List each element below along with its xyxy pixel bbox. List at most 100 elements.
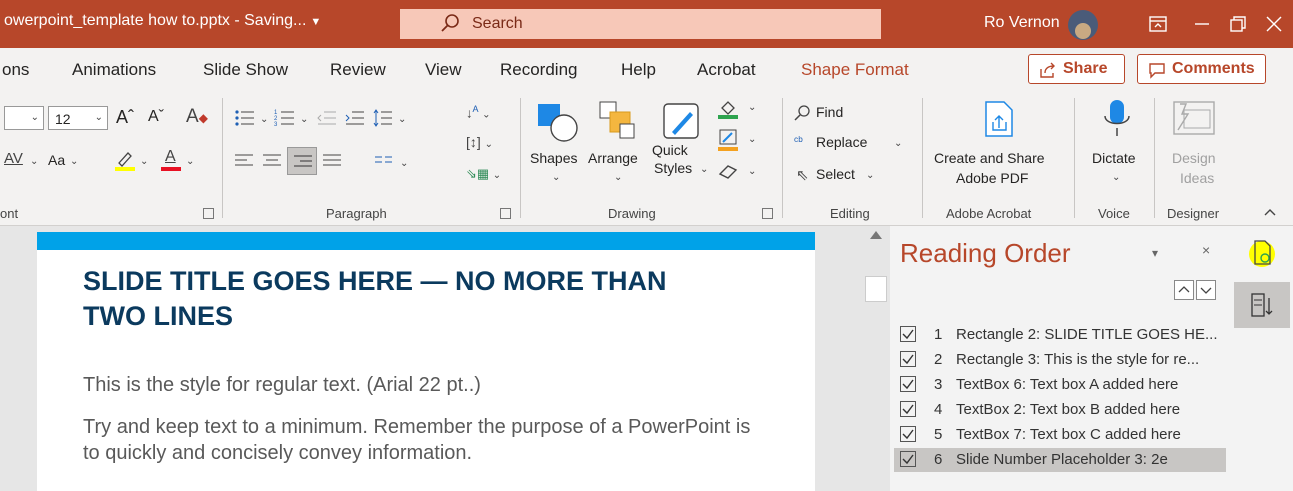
scroll-up-icon[interactable] xyxy=(870,231,882,239)
avatar[interactable] xyxy=(1068,10,1098,40)
tab-acrobat[interactable]: Acrobat xyxy=(697,60,756,80)
tab-animations[interactable]: Animations xyxy=(72,60,156,80)
checkbox[interactable] xyxy=(900,326,916,342)
design-line1: Design xyxy=(1172,150,1216,166)
reading-order-item[interactable]: 6 Slide Number Placeholder 3: 2e xyxy=(894,448,1226,472)
voice-group-label: Voice xyxy=(1098,206,1130,221)
align-center-icon[interactable] xyxy=(262,152,282,170)
arrange-button[interactable]: Arrange ⌄ xyxy=(588,96,648,196)
move-up-button[interactable] xyxy=(1174,280,1194,300)
convert-to-smartart-icon[interactable]: ⇘▦ ⌄ xyxy=(466,166,501,182)
search-box[interactable]: Search xyxy=(400,9,881,39)
share-button[interactable]: Share xyxy=(1028,54,1125,84)
chevron-down-icon: ⌄ xyxy=(748,102,757,113)
vertical-scrollbar[interactable] xyxy=(862,226,890,491)
columns-icon[interactable] xyxy=(374,152,394,170)
line-spacing-icon[interactable] xyxy=(372,108,394,128)
tab-slide-show[interactable]: Slide Show xyxy=(203,60,288,80)
checkbox[interactable] xyxy=(900,401,916,417)
sort-pane-button[interactable] xyxy=(1234,282,1290,328)
close-icon[interactable] xyxy=(1262,12,1286,36)
font-color-button[interactable]: A xyxy=(160,148,182,172)
increase-font-size-icon[interactable]: Aˆ xyxy=(116,107,134,128)
replace-button[interactable]: ᶜᵇ Replace ⌄ xyxy=(794,134,904,154)
collapse-ribbon-icon[interactable] xyxy=(1262,206,1278,218)
tab-shape-format[interactable]: Shape Format xyxy=(801,60,909,80)
pane-options-icon[interactable]: ▾ xyxy=(1152,246,1158,260)
numbering-icon[interactable]: 1 2 3 xyxy=(274,108,296,128)
character-spacing-icon[interactable]: AV xyxy=(4,150,23,167)
change-case-button[interactable]: Aa xyxy=(48,152,65,168)
chevron-down-icon: ⌄ xyxy=(30,156,39,167)
tab-recording[interactable]: Recording xyxy=(500,60,578,80)
shape-effects-button[interactable]: ⌄ xyxy=(716,160,766,184)
decrease-indent-icon[interactable] xyxy=(316,108,338,128)
reading-order-icon xyxy=(1249,240,1275,267)
tab-help[interactable]: Help xyxy=(621,60,656,80)
document-title[interactable]: owerpoint_template how to.pptx - Saving.… xyxy=(4,12,321,30)
chevron-down-icon: ⌄ xyxy=(70,156,79,167)
bullets-icon[interactable] xyxy=(234,108,256,128)
align-right-button[interactable] xyxy=(287,147,317,175)
tab-review[interactable]: Review xyxy=(330,60,386,80)
create-share-pdf-button[interactable]: Create and Share Adobe PDF xyxy=(930,96,1068,196)
slide-canvas[interactable]: SLIDE TITLE GOES HERE — NO MORE THAN TWO… xyxy=(37,232,815,491)
font-size-dropdown[interactable]: 12 ⌄ xyxy=(48,106,108,130)
reading-order-item[interactable]: 5 TextBox 7: Text box C added here xyxy=(894,423,1226,447)
dialog-launcher-icon[interactable] xyxy=(500,208,511,219)
font-size-value: 12 xyxy=(55,111,71,127)
dialog-launcher-icon[interactable] xyxy=(762,208,773,219)
scroll-thumb[interactable] xyxy=(865,276,887,302)
close-icon[interactable]: × xyxy=(1202,242,1210,258)
ribbon-display-options-icon[interactable] xyxy=(1146,12,1170,36)
dictate-button[interactable]: Dictate ⌄ xyxy=(1082,96,1152,196)
chevron-down-icon: ⌄ xyxy=(748,134,757,145)
reading-order-number: 6 xyxy=(934,451,943,468)
increase-indent-icon[interactable] xyxy=(344,108,366,128)
checkbox[interactable] xyxy=(900,451,916,467)
quick-styles-button[interactable]: Quick Styles ⌄ xyxy=(650,96,710,196)
find-button[interactable]: Find xyxy=(794,104,874,124)
checkbox[interactable] xyxy=(900,351,916,367)
arrange-icon xyxy=(599,101,635,139)
move-down-button[interactable] xyxy=(1196,280,1216,300)
search-label: Search xyxy=(472,15,523,32)
font-name-dropdown[interactable]: ⌄ xyxy=(4,106,44,130)
reading-order-item[interactable]: 1 Rectangle 2: SLIDE TITLE GOES HE... xyxy=(894,323,1226,347)
restore-icon[interactable] xyxy=(1226,12,1250,36)
slide-title[interactable]: SLIDE TITLE GOES HERE — NO MORE THAN TWO… xyxy=(83,264,723,334)
reading-order-item[interactable]: 3 TextBox 6: Text box A added here xyxy=(894,373,1226,397)
paint-bucket-icon xyxy=(718,101,738,119)
minimize-icon[interactable] xyxy=(1190,12,1214,36)
highlight-color-button[interactable] xyxy=(114,148,136,172)
justify-icon[interactable] xyxy=(322,152,342,170)
highlighter-icon xyxy=(115,152,135,171)
font-group-label: ont xyxy=(0,206,19,221)
comments-button[interactable]: Comments xyxy=(1137,54,1266,84)
decrease-font-size-icon[interactable]: Aˇ xyxy=(148,108,164,126)
chevron-down-icon: ⌄ xyxy=(186,156,195,167)
select-label: Select xyxy=(816,166,855,182)
select-button[interactable]: ⇖ Select ⌄ xyxy=(794,166,874,186)
reading-order-pane-button[interactable] xyxy=(1234,228,1290,280)
clear-formatting-icon[interactable]: A◆ xyxy=(186,106,208,128)
check-icon xyxy=(902,379,914,390)
tab-view[interactable]: View xyxy=(425,60,462,80)
checkbox[interactable] xyxy=(900,426,916,442)
reading-order-item[interactable]: 4 TextBox 2: Text box B added here xyxy=(894,398,1226,422)
tab-transitions[interactable]: ons xyxy=(2,60,29,80)
dialog-launcher-icon[interactable] xyxy=(203,208,214,219)
quick-styles-icon xyxy=(663,103,699,139)
align-left-icon[interactable] xyxy=(234,152,254,170)
reading-order-item[interactable]: 2 Rectangle 3: This is the style for re..… xyxy=(894,348,1226,372)
slide-body-text[interactable]: This is the style for regular text. (Ari… xyxy=(83,374,481,397)
text-direction-icon[interactable]: ↓A ⌄ xyxy=(466,104,491,120)
shape-fill-button[interactable]: ⌄ xyxy=(716,96,766,120)
shapes-button[interactable]: Shapes ⌄ xyxy=(528,96,588,196)
slide-body-text-2[interactable]: Try and keep text to a minimum. Remember… xyxy=(83,414,763,466)
chevron-up-icon xyxy=(1178,286,1190,293)
checkbox[interactable] xyxy=(900,376,916,392)
align-text-icon[interactable]: [↕] ⌄ xyxy=(466,134,493,150)
shape-outline-button[interactable]: ⌄ xyxy=(716,128,766,152)
user-name[interactable]: Ro Vernon xyxy=(984,14,1060,32)
